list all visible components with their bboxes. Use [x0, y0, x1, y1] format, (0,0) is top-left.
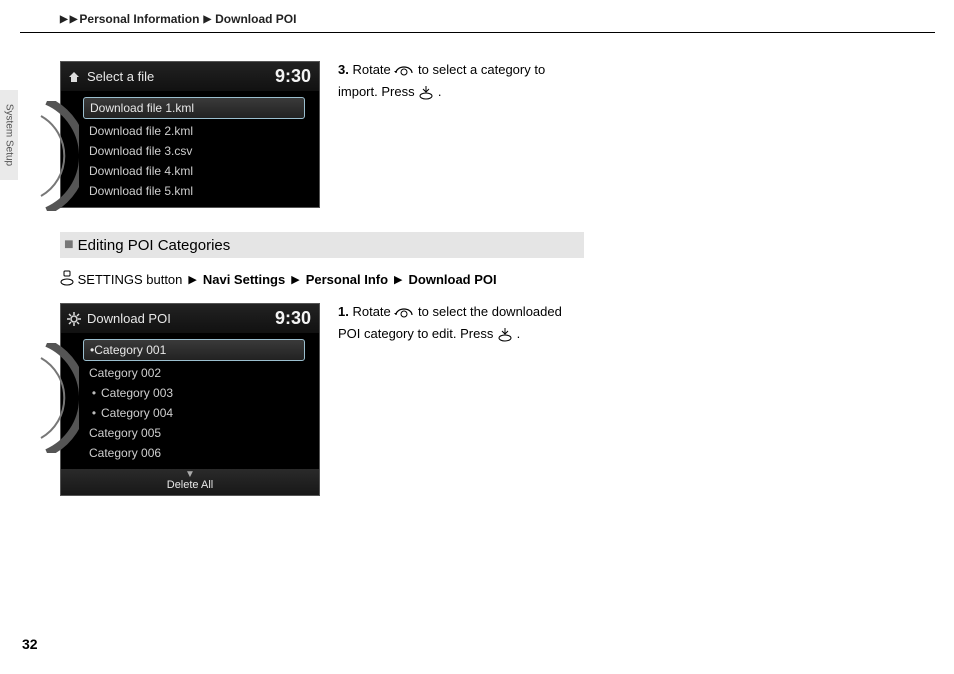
chevron-right-icon: ▶ — [394, 273, 402, 286]
path-item: Download POI — [409, 272, 497, 287]
path-text: SETTINGS button — [78, 272, 183, 287]
chevron-right-icon: ▶ — [203, 14, 211, 25]
chevron-right-icon: ▶ — [70, 14, 78, 25]
category-list: •Category 001 Category 002 •Category 003… — [61, 333, 319, 469]
step-number: 1. — [338, 304, 349, 319]
instruction-step-3: 3. Rotate to select a category to import… — [338, 61, 580, 106]
gear-icon: Download POI — [67, 311, 171, 326]
path-item: Navi Settings — [203, 272, 285, 287]
press-dial-icon — [497, 326, 513, 348]
screenshot-select-file: Select a file 9:30 Download file 1.kml D… — [60, 61, 320, 208]
file-list: Download file 1.kml Download file 2.kml … — [61, 91, 319, 207]
divider — [20, 32, 935, 33]
dot-icon: • — [89, 383, 99, 403]
step-text: . — [517, 326, 521, 341]
rotate-dial-icon — [394, 305, 414, 325]
list-item-label: Category 004 — [101, 406, 173, 420]
page-number: 32 — [22, 636, 38, 652]
dial-arc-icon — [35, 343, 79, 453]
press-dial-icon — [418, 84, 434, 106]
list-item[interactable]: Category 002 — [83, 363, 319, 383]
list-item-selected[interactable]: •Category 001 — [83, 339, 305, 361]
path-item: Personal Info — [306, 272, 388, 287]
instruction-step-1: 1. Rotate to select the downloaded POI c… — [338, 303, 580, 348]
settings-button-icon — [60, 270, 74, 289]
chevron-right-icon: ▶ — [188, 273, 196, 286]
step-text: . — [438, 84, 442, 99]
section-title: Editing POI Categories — [78, 237, 231, 254]
delete-all-button[interactable]: Delete All — [167, 479, 213, 491]
home-icon: Select a file — [67, 69, 154, 84]
breadcrumb: ▶ ▶ Personal Information ▶ Download POI — [60, 12, 954, 26]
list-item[interactable]: •Category 003 — [83, 383, 319, 403]
dot-icon: • — [89, 403, 99, 423]
rotate-dial-icon — [394, 63, 414, 83]
list-item-label: Category 003 — [101, 386, 173, 400]
list-item-label: Category 001 — [94, 343, 166, 357]
list-item[interactable]: Category 005 — [83, 423, 319, 443]
clock: 9:30 — [275, 66, 311, 87]
list-item[interactable]: •Category 004 — [83, 403, 319, 423]
side-tab-label: System Setup — [4, 104, 15, 166]
list-item-selected[interactable]: Download file 1.kml — [83, 97, 305, 119]
list-item-label: Category 006 — [89, 446, 161, 460]
screen-footer: ▼ Delete All — [61, 469, 319, 495]
dial-arc-icon — [35, 101, 79, 211]
chevron-down-icon: ▼ — [61, 471, 319, 479]
chevron-right-icon: ▶ — [291, 273, 299, 286]
step-text: Rotate — [352, 304, 394, 319]
section-heading: ■ Editing POI Categories — [60, 232, 584, 258]
step-text: Rotate — [352, 62, 394, 77]
list-item[interactable]: Download file 3.csv — [83, 141, 319, 161]
screenshot-download-poi: Download POI 9:30 •Category 001 Category… — [60, 303, 320, 496]
side-tab: System Setup — [0, 90, 18, 180]
square-bullet-icon: ■ — [64, 236, 74, 254]
settings-path: SETTINGS button ▶ Navi Settings ▶ Person… — [60, 270, 580, 289]
list-item[interactable]: Category 006 — [83, 443, 319, 463]
breadcrumb-item: Download POI — [215, 12, 296, 26]
list-item-label: Category 005 — [89, 426, 161, 440]
breadcrumb-item: Personal Information — [79, 12, 199, 26]
step-number: 3. — [338, 62, 349, 77]
list-item[interactable]: Download file 5.kml — [83, 181, 319, 201]
chevron-right-icon: ▶ — [60, 14, 68, 25]
clock: 9:30 — [275, 308, 311, 329]
list-item[interactable]: Download file 2.kml — [83, 121, 319, 141]
screen-title: Select a file — [87, 69, 154, 84]
list-item[interactable]: Download file 4.kml — [83, 161, 319, 181]
list-item-label: Category 002 — [89, 366, 161, 380]
screen-title: Download POI — [87, 311, 171, 326]
